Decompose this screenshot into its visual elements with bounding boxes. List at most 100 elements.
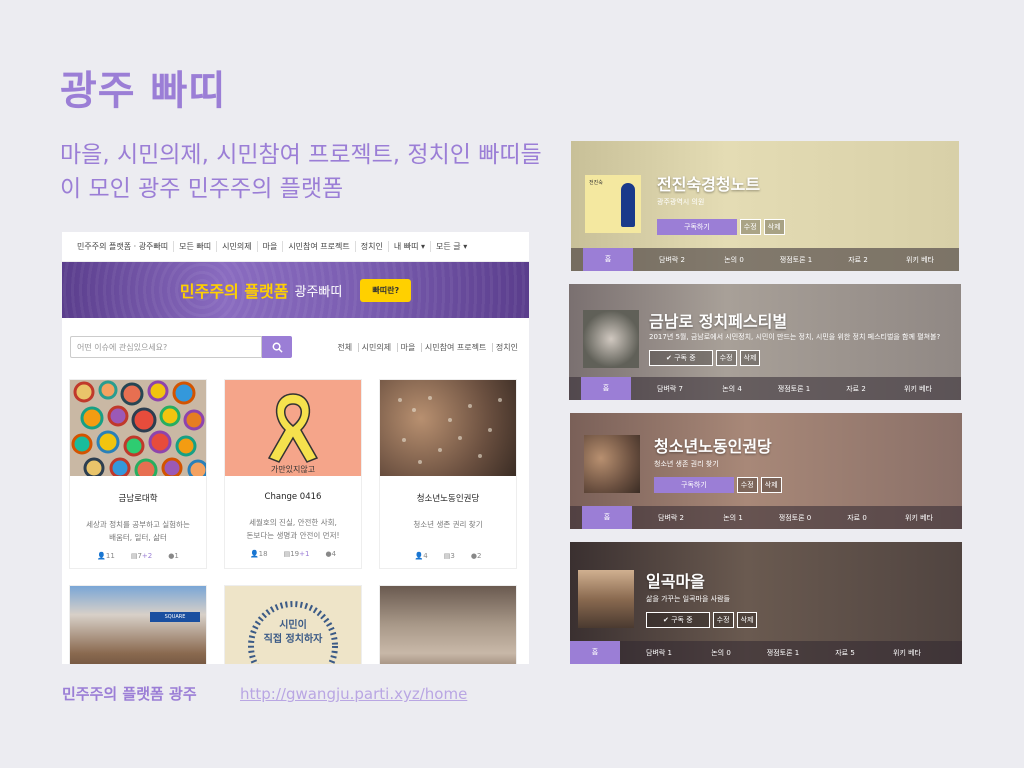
search-input[interactable]: 어떤 이슈에 관심있으세요? (70, 336, 262, 358)
nav-home[interactable]: 민주주의 플랫폼 · 광주빠띠 (72, 241, 173, 252)
subscribe-button[interactable]: 구독하기 (654, 477, 734, 493)
parti-card[interactable]: 청소년노동인권당 청소년 생존 권리 찾기 👤4 ▤3 ●2 (380, 380, 516, 568)
tab-debate[interactable]: 쟁점토론 0 (764, 513, 826, 523)
card-image: 시민이 직접 정치하자 (225, 586, 361, 664)
tab-resources[interactable]: 자료 5 (814, 648, 876, 658)
tab-resources[interactable]: 자료 2 (827, 255, 889, 265)
post-count: ▤7+2 (130, 552, 153, 560)
tab-home[interactable]: 홈 (582, 506, 632, 529)
panel-thumbnail (584, 435, 640, 493)
parti-card[interactable]: 금남로대학 세상과 정치를 공부하고 실험하는 배움터, 일터, 삶터 👤11 ▤… (70, 380, 206, 568)
tab-wall[interactable]: 담벼락 1 (628, 648, 690, 658)
panel-title: 청소년노동인권당 (654, 437, 772, 456)
delete-button[interactable]: 삭제 (739, 350, 761, 366)
delete-button[interactable]: 삭제 (736, 612, 758, 628)
panel-tabs: 홈 담벼락 2 논의 0 쟁점토론 1 자료 2 위키 베타 (571, 248, 959, 271)
banner-title: 민주주의 플랫폼 (179, 282, 289, 301)
card-image (380, 380, 516, 476)
parti-header-panel: 일곡마을 삶을 가꾸는 일곡마을 사람들 ✔ 구독 중 수정 삭제 홈 담벼락 … (570, 542, 962, 664)
slide-subtitle: 마을, 시민의제, 시민참여 프로젝트, 정치인 빠띠들이 모인 광주 민주주의… (60, 142, 542, 202)
tab-wiki[interactable]: 위키 베타 (876, 648, 938, 658)
tab-resources[interactable]: 자료 0 (826, 513, 888, 523)
panel-tabs: 홈 담벼락 7 논의 4 쟁점토론 1 자료 2 위키 베타 (569, 377, 961, 400)
edit-button[interactable]: 수정 (739, 219, 761, 235)
tab-home[interactable]: 홈 (570, 641, 620, 664)
card-image (380, 586, 516, 664)
panel-desc: 광주광역시 의원 (657, 198, 705, 206)
member-icon: 👤 (249, 550, 259, 558)
delete-button[interactable]: 삭제 (763, 219, 785, 235)
search-button[interactable] (262, 336, 292, 358)
tab-wiki[interactable]: 위키 베타 (888, 513, 950, 523)
filter-project[interactable]: 시민참여 프로젝트 (420, 342, 490, 352)
nav-my-parti[interactable]: 내 빠띠 ▾ (387, 241, 430, 252)
parti-card[interactable]: 가만있지않고 Change 0416 세월호의 진실, 안전한 사회, 돈보다는 … (225, 380, 361, 568)
site-screenshot: 민주주의 플랫폼 · 광주빠띠 모든 빠띠 시민의제 마을 시민참여 프로젝트 … (62, 232, 529, 664)
subscribed-button[interactable]: ✔ 구독 중 (649, 350, 713, 366)
tab-wall[interactable]: 담벼락 2 (641, 255, 703, 265)
tab-resources[interactable]: 자료 2 (825, 384, 887, 394)
tab-wall[interactable]: 담벼락 7 (639, 384, 701, 394)
thumbnail-label: 전진숙 (589, 180, 603, 186)
card-image: 가만있지않고 (225, 380, 361, 476)
member-count: 👤11 (97, 552, 115, 560)
post-count: ▤3 (443, 552, 455, 560)
card-title[interactable]: Change 0416 (225, 492, 361, 502)
tab-discussion[interactable]: 논의 1 (702, 513, 764, 523)
category-filters: 전체 시민의제 마을 시민참여 프로젝트 정치인 (334, 342, 521, 353)
comment-count: ●2 (470, 552, 482, 560)
tab-wiki[interactable]: 위키 베타 (889, 255, 951, 265)
parti-card[interactable] (380, 586, 516, 664)
parti-card[interactable]: 시민이 직접 정치하자 (225, 586, 361, 664)
subscribed-button[interactable]: ✔ 구독 중 (646, 612, 710, 628)
nav-all-partis[interactable]: 모든 빠띠 (173, 241, 216, 252)
hero-banner: 민주주의 플랫폼 광주빠띠 빠띠란? (62, 262, 529, 318)
card-image: SQUARE (70, 586, 206, 664)
tab-home[interactable]: 홈 (583, 248, 633, 271)
parti-card[interactable]: SQUARE (70, 586, 206, 664)
card-title[interactable]: 금남로대학 (70, 492, 206, 504)
nav-village[interactable]: 마을 (256, 241, 283, 252)
panel-title: 일곡마을 (646, 572, 705, 591)
member-icon: 👤 (97, 552, 106, 560)
what-is-parti-button[interactable]: 빠띠란? (360, 278, 412, 302)
edit-button[interactable]: 수정 (712, 612, 734, 628)
tab-debate[interactable]: 쟁점토론 1 (763, 384, 825, 394)
tab-discussion[interactable]: 논의 4 (701, 384, 763, 394)
subscribe-button[interactable]: 구독하기 (657, 219, 737, 235)
filter-politician[interactable]: 정치인 (491, 342, 521, 352)
nav-all-posts[interactable]: 모든 글 ▾ (430, 241, 472, 252)
parti-header-panel: 금남로 정치페스티벌 2017년 5월, 금남로에서 시민정치, 시민이 만드는… (569, 284, 961, 400)
panel-title: 금남로 정치페스티벌 (649, 312, 788, 331)
nav-projects[interactable]: 시민참여 프로젝트 (282, 241, 354, 252)
tab-debate[interactable]: 쟁점토론 1 (765, 255, 827, 265)
top-nav: 민주주의 플랫폼 · 광주빠띠 모든 빠띠 시민의제 마을 시민참여 프로젝트 … (62, 232, 529, 262)
delete-button[interactable]: 삭제 (760, 477, 782, 493)
footer-link[interactable]: http://gwangju.parti.xyz/home (240, 685, 467, 703)
tab-wiki[interactable]: 위키 베타 (887, 384, 949, 394)
filter-all[interactable]: 전체 (334, 343, 355, 352)
panel-thumbnail (583, 310, 639, 368)
tab-discussion[interactable]: 논의 0 (703, 255, 765, 265)
panel-thumbnail: 전진숙 (585, 175, 641, 233)
filter-village[interactable]: 마을 (396, 342, 419, 352)
banner-subtitle: 광주빠띠 (294, 284, 343, 300)
tab-home[interactable]: 홈 (581, 377, 631, 400)
card-title[interactable]: 청소년노동인권당 (380, 492, 516, 504)
edit-button[interactable]: 수정 (736, 477, 758, 493)
tab-wall[interactable]: 담벼락 2 (640, 513, 702, 523)
store-sign: SQUARE (150, 612, 200, 622)
nav-politicians[interactable]: 정치인 (354, 241, 388, 252)
filter-agenda[interactable]: 시민의제 (357, 342, 395, 352)
tab-debate[interactable]: 쟁점토론 1 (752, 648, 814, 658)
panel-tabs: 홈 담벼락 1 논의 0 쟁점토론 1 자료 5 위키 베타 (570, 641, 962, 664)
post-count: ▤19+1 (283, 550, 310, 558)
nav-civic-agenda[interactable]: 시민의제 (216, 241, 256, 252)
panel-tabs: 홈 담벼락 2 논의 1 쟁점토론 0 자료 0 위키 베타 (570, 506, 962, 529)
panel-title: 전진숙경청노트 (657, 175, 761, 194)
edit-button[interactable]: 수정 (715, 350, 737, 366)
panel-desc: 청소년 생존 권리 찾기 (654, 460, 719, 468)
tab-discussion[interactable]: 논의 0 (690, 648, 752, 658)
member-icon: 👤 (414, 552, 424, 560)
member-count: 👤18 (249, 550, 268, 558)
